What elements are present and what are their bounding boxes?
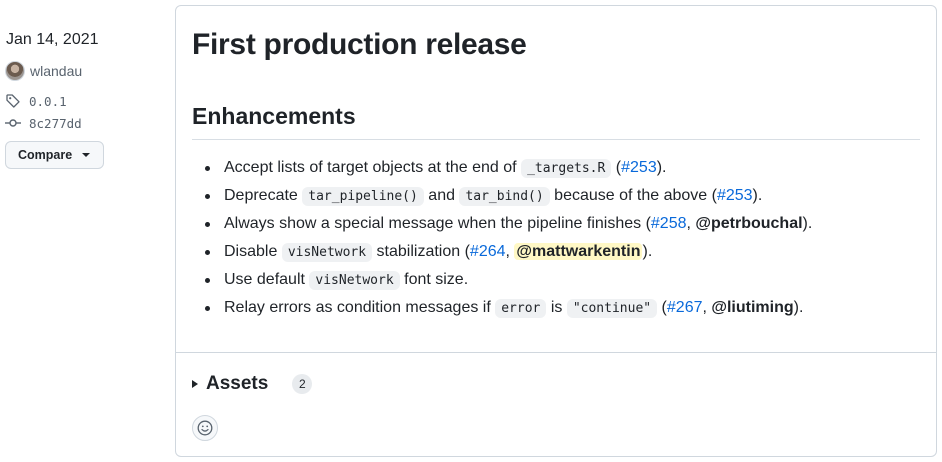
note-text: and (423, 187, 460, 204)
list-item: Accept lists of target objects at the en… (192, 156, 812, 184)
inline-code: "continue" (566, 299, 658, 318)
note-text: Deprecate (224, 187, 303, 204)
note-text: font size. (399, 271, 469, 288)
release-card: First production release Enhancements Ac… (175, 5, 937, 457)
note-text: is (546, 299, 567, 316)
commit-sha[interactable]: 8c277dd (29, 116, 82, 131)
release-author[interactable]: wlandau (5, 61, 82, 81)
release-title[interactable]: First production release (192, 28, 527, 62)
caret-down-icon (82, 153, 91, 157)
inline-code: visNetwork (281, 243, 373, 262)
heading-divider (192, 139, 920, 140)
list-item: Always show a special message when the p… (192, 212, 812, 240)
note-text: ). (642, 243, 653, 260)
release-notes-list: Accept lists of target objects at the en… (192, 156, 812, 324)
issue-link[interactable]: #258 (651, 215, 687, 232)
note-text: Disable (224, 243, 282, 260)
note-text: ). (752, 187, 763, 204)
release-date: Jan 14, 2021 (6, 31, 99, 48)
inline-code: error (495, 299, 547, 318)
note-text: because of the above ( (549, 187, 717, 204)
assets-label: Assets (206, 373, 269, 394)
release-sidebar: Jan 14, 2021 wlandau 0.0.1 8c277dd Compa… (0, 0, 170, 462)
assets-divider (176, 352, 936, 353)
note-text: ( (657, 299, 667, 316)
commit-icon (5, 119, 21, 127)
user-mention-highlighted[interactable]: @mattwarkentin (514, 243, 643, 260)
inline-code: _targets.R (521, 159, 612, 178)
list-item: Disable visNetwork stabilization (#264, … (192, 240, 812, 268)
issue-link[interactable]: #253 (621, 159, 657, 176)
note-text: Accept lists of target objects at the en… (224, 159, 522, 176)
note-text: ). (802, 215, 813, 232)
list-item: Relay errors as condition messages if er… (192, 296, 812, 324)
list-item: Deprecate tar_pipeline() and tar_bind() … (192, 184, 812, 212)
note-text: Always show a special message when the p… (224, 215, 651, 232)
note-text: Use default (224, 271, 310, 288)
assets-toggle[interactable]: Assets 2 (192, 373, 313, 395)
note-text: Relay errors as condition messages if (224, 299, 496, 316)
note-text: ( (611, 159, 622, 176)
author-name[interactable]: wlandau (30, 63, 82, 79)
section-heading: Enhancements (192, 103, 356, 129)
inline-code: tar_bind() (459, 187, 550, 206)
list-item: Use default visNetwork font size. (192, 268, 812, 296)
inline-code: tar_pipeline() (302, 187, 424, 206)
tag-label[interactable]: 0.0.1 (29, 94, 67, 109)
add-reaction-button[interactable] (192, 415, 218, 441)
user-mention[interactable]: @petrbouchal (695, 215, 802, 232)
note-text: stabilization ( (372, 243, 470, 260)
user-mention[interactable]: @liutiming (711, 299, 793, 316)
avatar[interactable] (5, 61, 25, 81)
note-text: ). (793, 299, 804, 316)
issue-link[interactable]: #264 (470, 243, 506, 260)
smiley-icon (197, 420, 213, 436)
assets-count-badge: 2 (292, 374, 313, 394)
inline-code: visNetwork (309, 271, 400, 290)
issue-link[interactable]: #253 (717, 187, 753, 204)
issue-link[interactable]: #267 (667, 299, 703, 316)
note-text: ). (656, 159, 667, 176)
release-tag[interactable]: 0.0.1 (5, 93, 67, 109)
disclosure-triangle-icon (192, 380, 198, 388)
compare-button[interactable]: Compare (5, 141, 104, 169)
compare-label: Compare (18, 148, 73, 162)
release-commit[interactable]: 8c277dd (5, 115, 82, 131)
tag-icon (6, 94, 20, 108)
